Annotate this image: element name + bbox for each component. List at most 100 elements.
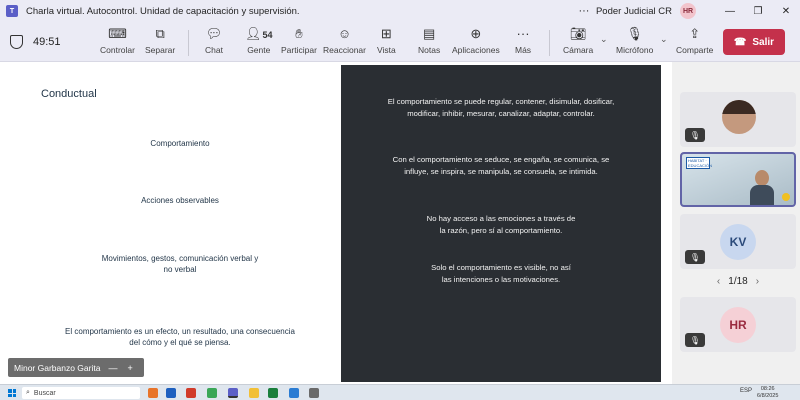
phone-hangup-icon: ☎ [733, 36, 747, 48]
chat-label: Chat [205, 45, 223, 55]
mic-options-chevron-icon[interactable]: ⌄ [660, 34, 668, 45]
mic-muted-icon: 🎙︎ [685, 250, 705, 264]
chat-button[interactable]: 💬︎ Chat [205, 26, 223, 55]
divider [549, 30, 550, 56]
more-options-icon[interactable]: ··· [572, 5, 596, 17]
divider [188, 30, 189, 56]
participant-tile-active[interactable]: HABITAT · EDUCACIÓN [680, 152, 796, 207]
right-item: No hay acceso a las emociones a través d… [426, 214, 576, 235]
chat-icon: 💬︎ [205, 26, 223, 41]
participant-figure [750, 170, 774, 205]
add-icon[interactable]: + [127, 363, 132, 373]
participant-tile[interactable]: HR 🎙︎ [680, 297, 796, 352]
mic-label: Micrófono [616, 45, 654, 55]
controlar-button[interactable]: ⌨ Controlar [100, 26, 135, 55]
search-label: Buscar [33, 389, 56, 397]
language-indicator[interactable]: ESP [740, 388, 752, 394]
smiley-icon: ☺ [337, 26, 352, 41]
right-item: Solo el comportamiento es visible, no as… [431, 263, 571, 284]
add-apps-icon: ⊕ [470, 26, 482, 41]
view-button[interactable]: ⊞ Vista [377, 26, 396, 55]
outlook-icon[interactable] [289, 388, 299, 398]
left-item: Comportamiento [150, 139, 210, 148]
camera-options-chevron-icon[interactable]: ⌄ [600, 34, 608, 45]
participant-tile[interactable]: 🎙︎ [680, 92, 796, 147]
mic-muted-icon: 🎙︎ [685, 128, 705, 142]
more-icon: ··· [516, 26, 530, 41]
apps-label: Aplicaciones [452, 45, 500, 55]
grid-icon: ⊞ [380, 26, 392, 41]
shared-content-stage: Conductual Comportamiento Acciones obser… [0, 62, 672, 384]
organization-name: Poder Judicial CR [595, 5, 672, 17]
raise-hand-button[interactable]: ✋︎ Participar [281, 26, 317, 55]
participant-initials-avatar: KV [720, 224, 756, 260]
taskbar-search[interactable]: ⌕ Buscar [22, 387, 140, 399]
people-button[interactable]: 👤︎54 Gente [245, 26, 273, 55]
teams-icon: T [6, 5, 18, 17]
page-indicator: 1/18 [728, 276, 748, 287]
left-item: Movimientos, gestos, comunicación verbal… [101, 254, 259, 274]
slide-left-panel: Conductual Comportamiento Acciones obser… [20, 66, 340, 382]
participant-initials-avatar: HR [720, 307, 756, 343]
teams-taskbar-icon[interactable] [228, 388, 238, 398]
participant-tile[interactable]: KV 🎙︎ [680, 214, 796, 269]
meeting-toolbar: 49:51 ⌨ Controlar ⧉ Separar 💬︎ Chat 👤︎54… [0, 22, 800, 62]
windows-start-icon[interactable] [8, 389, 16, 397]
clock-date: 6/8/2025 [757, 393, 779, 399]
mic-button[interactable]: 🎙︎ Micrófono [616, 26, 653, 55]
separar-button[interactable]: ⧉ Separar [145, 26, 175, 55]
app-icon[interactable] [186, 388, 196, 398]
participant-photo [722, 100, 756, 134]
apps-button[interactable]: ⊕ Aplicaciones [452, 26, 500, 55]
hand-icon: ✋︎ [295, 26, 303, 41]
more-button[interactable]: ··· Más [515, 26, 531, 55]
slide-right-panel: El comportamiento se puede regular, cont… [341, 65, 661, 382]
controlar-label: Controlar [100, 45, 135, 55]
participant-pager: ‹ 1/18 › [680, 276, 796, 287]
pop-out-icon: ⧉ [155, 26, 165, 41]
mic-off-icon: 🎙︎ [626, 26, 643, 41]
file-explorer-icon[interactable] [249, 388, 259, 398]
word-icon[interactable] [166, 388, 176, 398]
right-item: Con el comportamiento se seduce, se enga… [392, 155, 610, 176]
share-button[interactable]: ⇪ Comparte [676, 26, 713, 55]
more-label: Más [515, 45, 532, 55]
notes-label: Notas [418, 45, 441, 55]
react-button[interactable]: ☺ Reaccionar [323, 26, 366, 55]
previous-page-icon[interactable]: ‹ [717, 276, 720, 287]
chrome-icon[interactable] [207, 388, 217, 398]
notes-icon: ▤ [422, 26, 436, 41]
taskbar-clock[interactable]: 08:26 6/8/2025 [757, 386, 778, 400]
view-label: Vista [377, 45, 396, 55]
camera-label: Cámara [563, 45, 594, 55]
windows-taskbar: ⌕ Buscar ESP 08:26 6/8/2025 [0, 384, 800, 400]
meeting-timer: 49:51 [33, 36, 61, 48]
shield-icon [10, 35, 23, 49]
close-button[interactable]: ✕ [772, 6, 800, 17]
title-bar: T Charla virtual. Autocontrol. Unidad de… [0, 0, 800, 22]
firefox-icon[interactable] [148, 388, 158, 398]
presenter-name-tag: Minor Garbanzo Garita — + [8, 358, 144, 377]
raise-hand-label: Participar [281, 45, 317, 55]
app-icon[interactable] [309, 388, 319, 398]
excel-icon[interactable] [268, 388, 278, 398]
search-icon: ⌕ [26, 389, 30, 396]
right-item: El comportamiento se puede regular, cont… [387, 97, 615, 118]
user-avatar[interactable]: HR [680, 3, 696, 19]
next-page-icon[interactable]: › [756, 276, 759, 287]
meeting-title: Charla virtual. Autocontrol. Unidad de c… [26, 5, 300, 17]
restore-button[interactable]: ❐ [744, 6, 772, 17]
status-dot-icon [782, 193, 790, 201]
share-label: Comparte [676, 45, 714, 55]
camera-button[interactable]: 📷︎ Cámara [563, 26, 593, 55]
participant-video: HABITAT · EDUCACIÓN [682, 154, 794, 205]
notes-button[interactable]: ▤ Notas [418, 26, 440, 55]
camera-off-icon: 📷︎ [569, 26, 587, 41]
people-label: Gente [247, 45, 271, 55]
minimize-presenter-icon[interactable]: — [108, 363, 117, 373]
leave-label: Salir [752, 36, 775, 48]
people-icon: 👤︎54 [245, 26, 273, 41]
presenter-name: Minor Garbanzo Garita [14, 362, 101, 373]
minimize-button[interactable]: — [716, 6, 744, 17]
leave-button[interactable]: ☎ Salir [723, 29, 785, 55]
